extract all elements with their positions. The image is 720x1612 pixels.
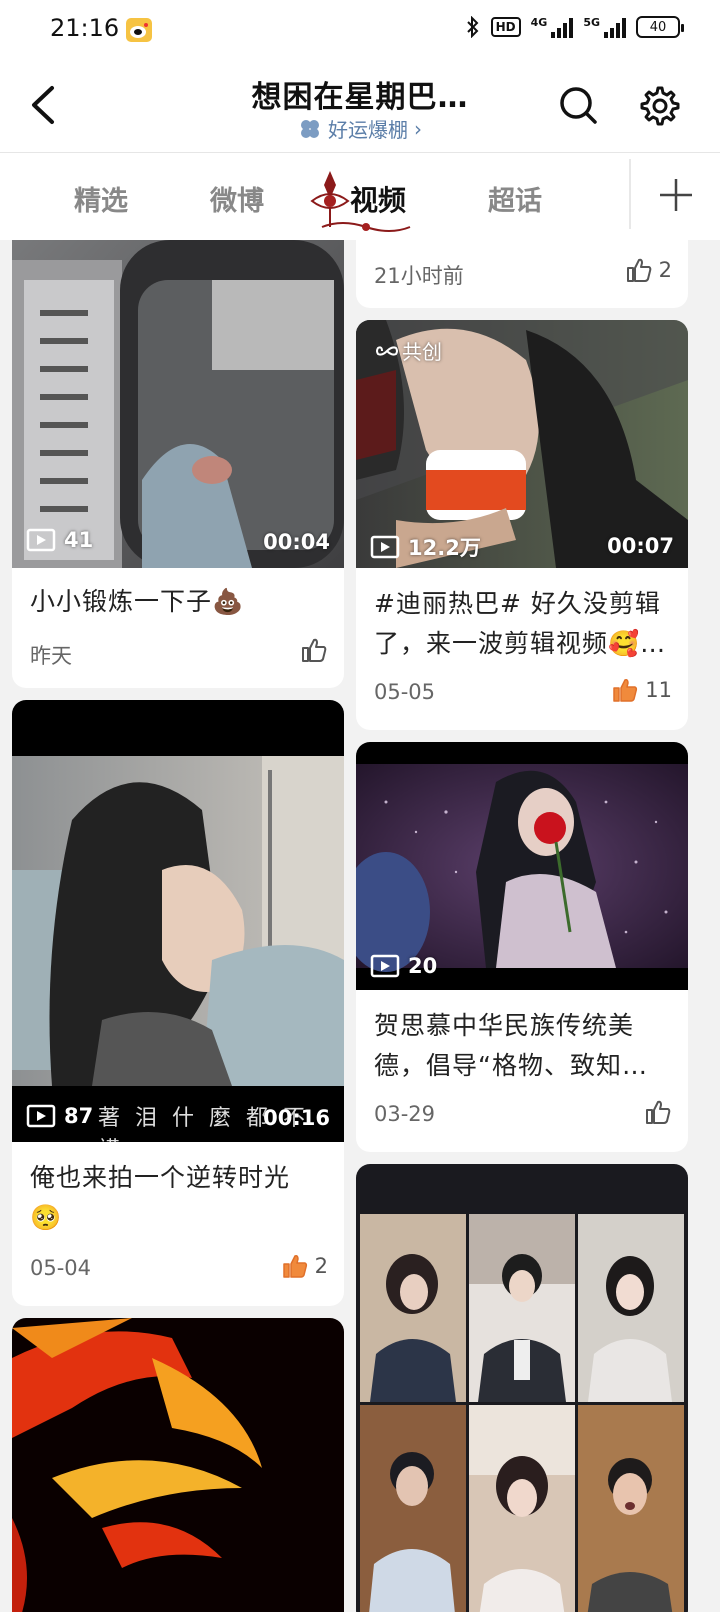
signal-icon-2 [604, 16, 626, 38]
video-caption-line1: #迪丽热巴# 好久没剪辑 [374, 589, 661, 618]
video-card[interactable]: 20 贺思慕中华民族传统美 德，倡导“格物、致知… 03-29 [356, 742, 688, 1152]
status-icons: HD 4G 5G 40 [465, 16, 684, 38]
video-thumbnail[interactable]: 20 [356, 742, 688, 990]
tab-super-topic[interactable]: 超话 [488, 179, 542, 218]
play-icon [26, 1104, 56, 1128]
gear-icon[interactable] [636, 84, 680, 128]
post-date: 03-29 [374, 1102, 436, 1126]
video-thumbnail[interactable] [12, 1318, 344, 1612]
bluetooth-icon [466, 16, 479, 38]
video-caption-line1: 贺思慕中华民族传统美 [374, 1011, 635, 1040]
post-date: 05-04 [30, 1256, 92, 1280]
video-card[interactable]: 著 泪 什 麼 都 不 講 87 00:16 俺也来拍一个逆转时光 🥺 05-0… [12, 700, 344, 1306]
video-duration: 00:04 [263, 530, 330, 554]
weibo-notification-icon [126, 18, 152, 42]
like-button[interactable] [300, 636, 328, 664]
fan-badge-label: 好运爆棚 [328, 118, 408, 142]
network-label-2: 5G [583, 16, 600, 29]
network-label-1: 4G [530, 16, 548, 29]
video-card[interactable]: 共创 12.2万 00:07 #迪丽热巴# 好久没剪辑 了，来一波剪辑视频🥰… … [356, 320, 688, 730]
video-thumbnail[interactable]: 41 00:04 [12, 240, 344, 568]
tab-video[interactable]: 视频 [350, 179, 406, 219]
post-date: 21小时前 [374, 264, 464, 288]
post-date: 昨天 [30, 644, 72, 668]
chevron-right-icon: › [414, 116, 422, 141]
video-card[interactable]: 41 00:04 小小锻炼一下子💩 昨天 [12, 240, 344, 688]
like-count: 11 [645, 678, 672, 702]
video-caption-line1: 俺也来拍一个逆转时光 [30, 1163, 291, 1192]
like-button[interactable]: 2 [281, 1252, 328, 1280]
like-button[interactable]: 2 [625, 256, 672, 284]
video-caption-line2: 德，倡导“格物、致知… [374, 1051, 648, 1080]
hd-voice-badge: HD [490, 17, 521, 37]
tab-weibo[interactable]: 微博 [210, 179, 264, 218]
video-caption: 小小锻炼一下子💩 [30, 587, 245, 616]
search-icon[interactable] [557, 84, 601, 128]
video-caption-line2: 🥺 [30, 1203, 63, 1232]
battery-icon: 40 [636, 16, 684, 38]
thumbs-up-liked-icon [613, 679, 638, 702]
thumbs-up-icon [626, 258, 651, 282]
status-bar: 21:16 HD 4G 5G 40 [0, 0, 720, 62]
tab-featured[interactable]: 精选 [74, 179, 128, 218]
video-card[interactable]: 21小时前 2 [356, 240, 688, 308]
video-card[interactable] [356, 1164, 688, 1612]
play-icon [370, 954, 400, 978]
back-arrow-icon[interactable] [22, 82, 66, 128]
play-count: 12.2万 [370, 532, 481, 562]
play-icon [26, 528, 56, 552]
active-tab-ornament-icon [321, 222, 411, 232]
play-count: 20 [370, 954, 437, 978]
like-count: 2 [314, 1254, 328, 1278]
video-duration: 00:16 [263, 1106, 330, 1130]
play-count: 41 [26, 528, 93, 552]
video-thumbnail[interactable]: 著 泪 什 麼 都 不 講 87 00:16 [12, 700, 344, 1142]
add-tab-plus-icon[interactable] [656, 175, 696, 215]
page-title: 想困在星期巴… [251, 80, 469, 115]
thumbs-up-liked-icon [282, 1255, 307, 1278]
video-feed: 41 00:04 小小锻炼一下子💩 昨天 著 泪 什 麼 都 不 87 00:1… [0, 240, 720, 1612]
thumbs-up-icon [646, 1100, 671, 1124]
like-count: 2 [658, 258, 672, 282]
top-nav-header: 想困在星期巴… 好运爆棚 › [0, 62, 720, 152]
status-time: 21:16 [50, 14, 120, 42]
play-count: 87 [26, 1104, 93, 1128]
tab-divider [629, 159, 631, 229]
like-button[interactable] [644, 1098, 672, 1126]
fan-badge-link[interactable]: 好运爆棚 › [200, 114, 520, 143]
video-thumbnail[interactable]: 共创 12.2万 00:07 [356, 320, 688, 568]
video-duration: 00:07 [607, 534, 674, 558]
video-caption-line2: 了，来一波剪辑视频🥰… [374, 629, 667, 658]
tab-bar: 精选 微博 视频 超话 [0, 152, 720, 240]
play-icon [370, 535, 400, 559]
signal-icon-1 [551, 16, 574, 38]
post-date: 05-05 [374, 680, 436, 704]
co-create-badge: 共创 [376, 336, 442, 365]
infinity-icon [376, 345, 398, 356]
like-button[interactable]: 11 [611, 676, 672, 704]
video-thumbnail[interactable] [356, 1164, 688, 1612]
thumbs-up-icon [302, 638, 327, 662]
clover-icon [301, 119, 319, 138]
video-card[interactable] [12, 1318, 344, 1612]
